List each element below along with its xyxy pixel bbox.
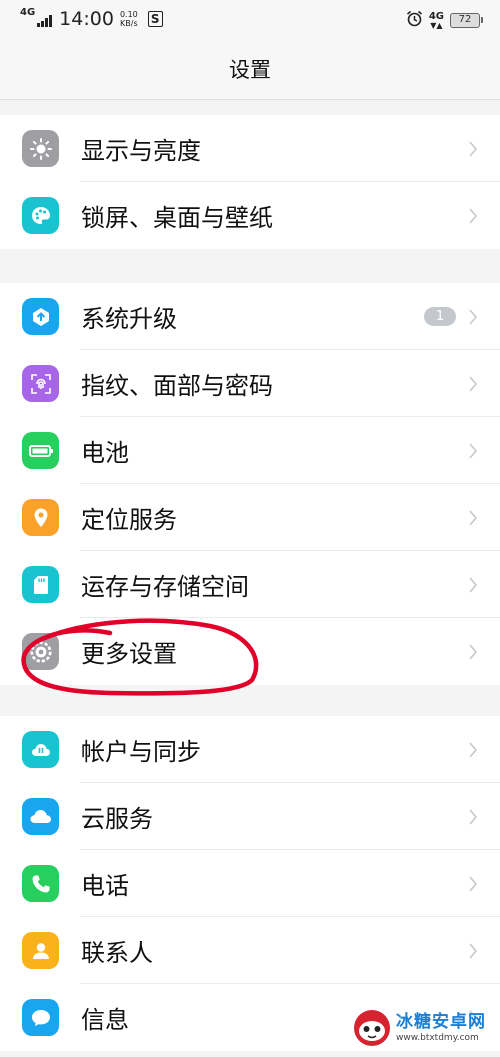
settings-item-label: 指纹、面部与密码 bbox=[81, 372, 273, 400]
data-arrows-icon: ▼▲ bbox=[430, 20, 443, 30]
settings-item-label: 电话 bbox=[81, 872, 129, 900]
battery-icon bbox=[22, 432, 59, 469]
network-speed-unit: KB/s bbox=[120, 19, 138, 28]
sim-icon: S bbox=[147, 11, 163, 27]
chevron-right-icon bbox=[469, 875, 478, 892]
chevron-right-icon bbox=[469, 808, 478, 825]
sd-card-icon bbox=[22, 566, 59, 603]
status-right: 4G ▼▲ 72 bbox=[406, 10, 483, 31]
chevron-right-icon bbox=[469, 576, 478, 593]
right-network: 4G ▼▲ bbox=[429, 11, 444, 30]
chevron-right-icon bbox=[469, 442, 478, 459]
chevron-right-icon bbox=[469, 308, 478, 325]
chevron-right-icon bbox=[469, 741, 478, 758]
palette-icon bbox=[22, 197, 59, 234]
gear-icon bbox=[22, 633, 59, 670]
settings-item-label: 更多设置 bbox=[81, 640, 177, 668]
settings-item-label: 云服务 bbox=[81, 805, 153, 833]
watermark-text: 冰糖安卓网 www.btxtdmy.com bbox=[396, 1012, 486, 1044]
settings-screen: 4G 14:00 0.10 KB/s S 4G ▼▲ 72 设置 显示与亮度 锁… bbox=[0, 0, 500, 1057]
settings-item-phone[interactable]: 电话 bbox=[0, 850, 500, 917]
settings-item-battery[interactable]: 电池 bbox=[0, 417, 500, 484]
update-count-badge: 1 bbox=[424, 307, 456, 326]
settings-item-system-update[interactable]: 系统升级 1 bbox=[0, 283, 500, 350]
account-sync-icon bbox=[22, 731, 59, 768]
chevron-right-icon bbox=[469, 942, 478, 959]
settings-item-label: 定位服务 bbox=[81, 506, 177, 534]
watermark-name: 冰糖安卓网 bbox=[396, 1012, 486, 1032]
location-icon bbox=[22, 499, 59, 536]
settings-item-label: 电池 bbox=[81, 439, 129, 467]
settings-item-label: 联系人 bbox=[81, 939, 153, 967]
settings-item-label: 系统升级 bbox=[81, 305, 177, 333]
cloud-icon bbox=[22, 798, 59, 835]
settings-item-more-settings[interactable]: 更多设置 bbox=[0, 618, 500, 685]
settings-item-display-brightness[interactable]: 显示与亮度 bbox=[0, 115, 500, 182]
network-speed-value: 0.10 bbox=[119, 10, 138, 19]
settings-group-display: 显示与亮度 锁屏、桌面与壁纸 bbox=[0, 115, 500, 249]
settings-item-account-sync[interactable]: 帐户与同步 bbox=[0, 716, 500, 783]
settings-item-fingerprint-face-password[interactable]: 指纹、面部与密码 bbox=[0, 350, 500, 417]
watermark-url: www.btxtdmy.com bbox=[396, 1033, 479, 1043]
chevron-right-icon bbox=[469, 643, 478, 660]
settings-item-label: 帐户与同步 bbox=[81, 738, 201, 766]
battery-indicator: 72 bbox=[450, 13, 483, 28]
message-icon bbox=[22, 999, 59, 1036]
alarm-icon bbox=[406, 10, 423, 31]
settings-group-accounts: 帐户与同步 云服务 电话 联系人 信息 bbox=[0, 716, 500, 1051]
chevron-right-icon bbox=[469, 509, 478, 526]
phone-icon bbox=[22, 865, 59, 902]
settings-item-contacts[interactable]: 联系人 bbox=[0, 917, 500, 984]
system-update-icon bbox=[22, 298, 59, 335]
settings-item-label: 运存与存储空间 bbox=[81, 573, 249, 601]
title-bar: 设置 bbox=[0, 40, 500, 100]
signal-icon bbox=[37, 15, 53, 27]
status-bar: 4G 14:00 0.10 KB/s S 4G ▼▲ 72 bbox=[0, 0, 500, 40]
network-speed: 0.10 KB/s bbox=[120, 10, 138, 28]
chevron-right-icon bbox=[469, 140, 478, 157]
settings-group-system: 系统升级 1 指纹、面部与密码 电池 定位服务 运存与存储空间 更多设置 bbox=[0, 283, 500, 685]
settings-item-label: 显示与亮度 bbox=[81, 137, 201, 165]
settings-item-memory-storage[interactable]: 运存与存储空间 bbox=[0, 551, 500, 618]
brightness-icon bbox=[22, 130, 59, 167]
settings-item-location[interactable]: 定位服务 bbox=[0, 484, 500, 551]
fingerprint-icon bbox=[22, 365, 59, 402]
site-watermark: 冰糖安卓网 www.btxtdmy.com bbox=[352, 1003, 494, 1053]
network-type: 4G bbox=[20, 7, 36, 18]
status-left: 4G 14:00 0.10 KB/s S bbox=[20, 8, 163, 30]
chevron-right-icon bbox=[469, 375, 478, 392]
settings-item-label: 锁屏、桌面与壁纸 bbox=[81, 204, 273, 232]
settings-item-lockscreen-wallpaper[interactable]: 锁屏、桌面与壁纸 bbox=[0, 182, 500, 249]
watermark-logo-icon bbox=[354, 1010, 390, 1046]
contact-icon bbox=[22, 932, 59, 969]
page-title: 设置 bbox=[229, 58, 271, 82]
clock-time: 14:00 bbox=[59, 8, 114, 30]
chevron-right-icon bbox=[469, 207, 478, 224]
settings-item-cloud-service[interactable]: 云服务 bbox=[0, 783, 500, 850]
